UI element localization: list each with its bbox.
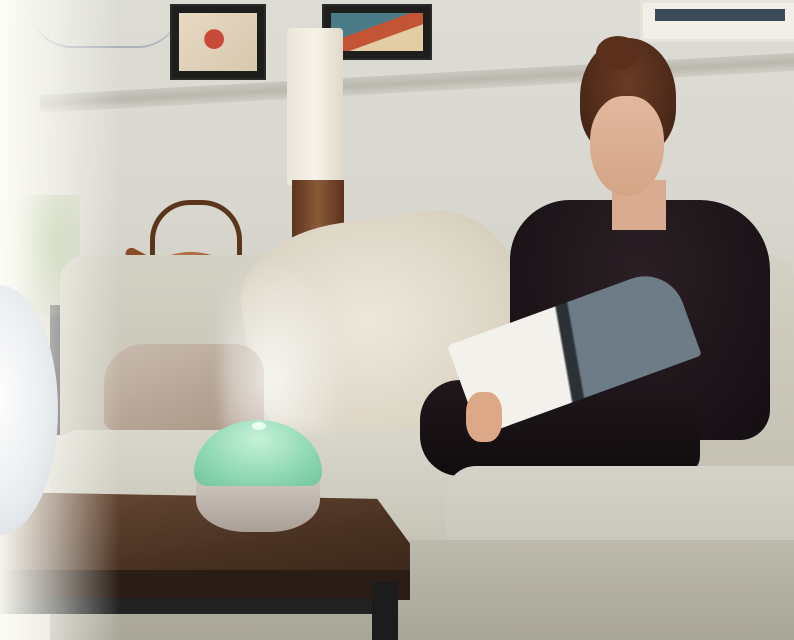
picture-frame-left [170,4,266,80]
coffee-table-leg [372,582,398,640]
woman-hand [466,392,502,442]
diffuser-base [196,478,320,532]
picture-frame-right [640,0,794,42]
diffuser-nozzle [252,422,266,430]
artwork [179,13,257,71]
woman-face [590,96,664,196]
floor-lamp-shade [287,28,343,186]
woman-hair-bun [596,36,640,70]
artwork [655,9,785,21]
living-room-scene [0,0,794,640]
diffuser-mist [222,262,342,432]
artwork [331,13,423,51]
